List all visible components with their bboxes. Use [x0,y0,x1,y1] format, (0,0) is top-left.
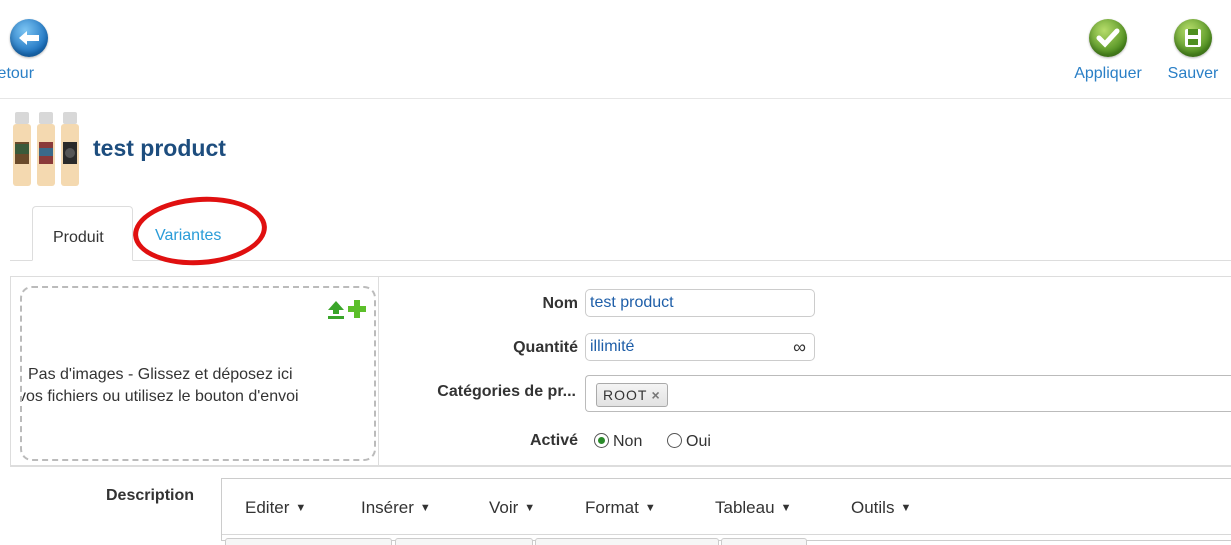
menu-inserer[interactable]: Insérer ▼ [361,498,431,518]
tab-variantes[interactable]: Variantes [155,227,221,245]
upload-add-icon[interactable] [324,298,366,320]
toolbar-button-group[interactable] [721,538,807,545]
chevron-down-icon: ▼ [780,502,792,514]
editor-menubar: Editer ▼ Insérer ▼ Voir ▼ Format ▼ Tableau ▼ … [222,479,1231,535]
apply-label: Appliquer [1074,65,1142,82]
menu-format[interactable]: Format ▼ [585,498,656,518]
menu-editer[interactable]: Editer ▼ [245,498,306,518]
back-arrow-icon [10,19,48,57]
chevron-down-icon: ▼ [644,502,656,514]
tabs-divider [10,260,1231,261]
toolbar-button-group[interactable] [535,538,719,545]
quantity-value: illimité [590,338,635,355]
chevron-down-icon: ▼ [900,502,912,514]
tab-produit-label: Produit [53,229,104,246]
back-button[interactable]: Retour [0,19,48,83]
save-label: Sauver [1167,65,1219,82]
floppy-disk-icon [1174,19,1212,57]
save-button[interactable]: Sauver [1160,19,1226,83]
chevron-down-icon: ▼ [524,502,536,514]
description-divider [10,466,1231,467]
category-tag-label: ROOT [603,387,648,403]
product-bottles-icon [12,112,82,192]
categories-label: Catégories de pr... [437,383,576,400]
toolbar: Retour Appliquer Sauver [0,0,1231,99]
apply-button[interactable]: Appliquer [1062,19,1154,83]
remove-tag-icon[interactable]: × [651,387,660,403]
infinity-icon[interactable]: ∞ [793,334,806,360]
menu-outils[interactable]: Outils ▼ [851,498,911,518]
active-option-oui: Oui [686,433,711,450]
form-column-divider [378,276,379,466]
toolbar-button-group[interactable] [225,538,392,545]
active-label: Activé [529,432,578,449]
tab-produit[interactable]: Produit [32,206,133,261]
back-label: Retour [0,65,35,82]
active-radio-oui[interactable] [667,433,682,448]
category-tag-root: ROOT × [596,383,668,407]
page-title: test product [93,135,226,161]
quantity-label: Quantité [513,339,578,356]
name-field[interactable]: test product [585,289,815,317]
categories-field[interactable]: ROOT × [585,375,1231,412]
check-icon [1089,19,1127,57]
no-images-line1: Pas d'images - Glissez et déposez ici [28,366,293,383]
active-radio-non[interactable] [594,433,609,448]
quantity-field[interactable]: illimité ∞ [585,333,815,361]
chevron-down-icon: ▼ [295,502,307,514]
description-editor[interactable]: Editer ▼ Insérer ▼ Voir ▼ Format ▼ Tableau ▼ … [221,478,1231,545]
name-label: Nom [542,295,578,312]
image-dropzone[interactable]: Pas d'images - Glissez et déposez ici vo… [20,286,376,461]
no-images-text: Pas d'images - Glissez et déposez ici vo… [22,364,374,408]
active-option-non: Non [613,433,643,450]
chevron-down-icon: ▼ [419,502,431,514]
description-label: Description [106,487,195,504]
menu-tableau[interactable]: Tableau ▼ [715,498,791,518]
menu-voir[interactable]: Voir ▼ [489,498,535,518]
toolbar-button-group[interactable] [395,538,533,545]
no-images-line2: vos fichiers ou utilisez le bouton d'env… [22,388,299,405]
